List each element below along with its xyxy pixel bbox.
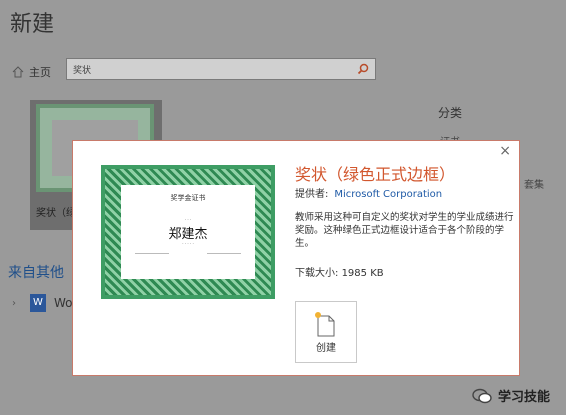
- certificate-subtext-2: · · · · ·: [182, 241, 194, 246]
- search-icon[interactable]: [357, 63, 369, 75]
- template-label: 奖状（绿: [36, 208, 76, 219]
- provider-row: 提供者: Microsoft Corporation: [295, 185, 442, 200]
- certificate-name: 郑建杰: [168, 227, 208, 242]
- certificate-paper: 奖学金证书 · · · 郑建杰 · · · · ·: [121, 185, 255, 279]
- word-app-icon: W: [30, 294, 46, 312]
- home-label: 主页: [29, 66, 51, 79]
- category-item-set[interactable]: 套集: [524, 176, 544, 191]
- home-link[interactable]: 主页: [12, 64, 51, 80]
- category-heading: 分类: [438, 106, 463, 120]
- template-preview-dialog: × 奖学金证书 · · · 郑建杰 · · · · · 奖状（绿色正式边框） 提…: [72, 140, 520, 376]
- certificate-title: 奖学金证书: [170, 194, 206, 202]
- create-button[interactable]: 创建: [295, 301, 357, 363]
- download-size-value: 1985 KB: [341, 268, 384, 279]
- search-value: 奖状: [73, 66, 92, 76]
- watermark: 学习技能: [472, 386, 550, 405]
- close-icon[interactable]: ×: [499, 143, 511, 159]
- signature-line-left: [135, 253, 169, 254]
- search-input[interactable]: 奖状: [66, 58, 376, 80]
- download-size-label: 下载大小:: [295, 268, 339, 279]
- new-document-icon: [315, 312, 335, 337]
- home-icon: [12, 66, 24, 78]
- other-sources-heading: 来自其他: [8, 265, 64, 281]
- page-title: 新建: [10, 12, 55, 37]
- signature-line-right: [207, 253, 241, 254]
- certificate-subtext: · · ·: [184, 217, 192, 222]
- download-size-row: 下载大小: 1985 KB: [295, 264, 384, 279]
- chevron-right-icon[interactable]: ›: [12, 298, 22, 309]
- other-source-label: Wo: [54, 296, 73, 310]
- wechat-icon: [472, 388, 492, 403]
- create-label: 创建: [316, 343, 336, 354]
- provider-link[interactable]: Microsoft Corporation: [334, 189, 442, 200]
- certificate-border: 奖学金证书 · · · 郑建杰 · · · · ·: [105, 169, 271, 295]
- certificate-preview: 奖学金证书 · · · 郑建杰 · · · · ·: [101, 165, 275, 299]
- dialog-title: 奖状（绿色正式边框）: [295, 165, 456, 184]
- template-description: 教师采用这种可自定义的奖状对学生的学业成绩进行奖励。这种绿色正式边框设计适合于各…: [295, 212, 514, 249]
- provider-label: 提供者:: [295, 189, 329, 200]
- watermark-label: 学习技能: [497, 390, 550, 405]
- other-source-row[interactable]: › W Wo: [12, 294, 73, 312]
